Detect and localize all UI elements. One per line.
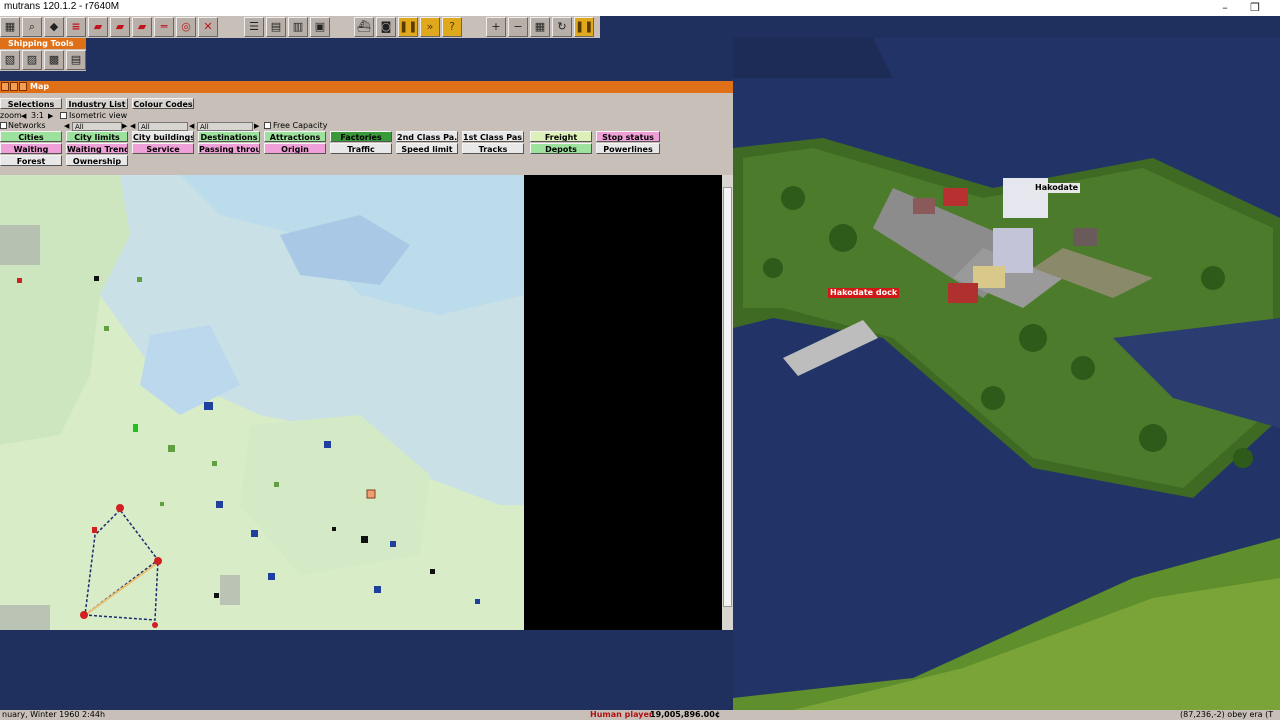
target-icon[interactable]: ◎: [176, 17, 196, 37]
filter-stop-status[interactable]: Stop status: [596, 131, 660, 142]
game-world-view[interactable]: Hakodate Hakodate dock: [733, 38, 1280, 710]
city-label[interactable]: Hakodate: [1033, 183, 1081, 193]
main-toolbar: ▦ ⌕ ◆ ≡ ▰ ▰ ▰ ═ ◎ ✕ ☰ ▤ ▥ ▣ ⛴ ◙ ❚❚ » ? +…: [0, 16, 600, 38]
window-titlebar: mutrans 120.1.2 - r7640M – ❐: [0, 0, 1280, 16]
shipping-tools-title: Shipping Tools: [8, 39, 74, 48]
rail-line-icon[interactable]: ═: [154, 17, 174, 37]
cursor-coordinates: (87,236,-2) obey era (T: [1180, 710, 1274, 719]
player-name: Human player: [590, 710, 653, 719]
minimize-button[interactable]: –: [1210, 0, 1240, 16]
filter-traffic[interactable]: Traffic: [330, 143, 392, 154]
scrollbar-thumb[interactable]: [723, 187, 732, 607]
selections-button[interactable]: Selections: [0, 98, 62, 109]
finance-icon[interactable]: ▣: [310, 17, 330, 37]
combo3-right-arrow-icon[interactable]: ▶: [254, 121, 259, 131]
filter-depots[interactable]: Depots: [530, 143, 592, 154]
zoom-label: zoom: [0, 111, 22, 120]
filter-2nd-class-passengers[interactable]: 2nd Class Pa...: [396, 131, 458, 142]
help-icon[interactable]: [10, 82, 18, 91]
company-combo[interactable]: All: [138, 122, 188, 131]
filter-waiting-trend[interactable]: Waiting Trend: [66, 143, 128, 154]
combo2-left-arrow-icon[interactable]: ◀: [130, 121, 135, 131]
fast-forward-icon[interactable]: »: [420, 17, 440, 37]
window-title: mutrans 120.1.2 - r7640M: [4, 1, 120, 12]
networks-label: Networks: [8, 121, 46, 130]
isometric-label: Isometric view: [69, 111, 128, 120]
combo2-right-arrow-icon[interactable]: ◀: [189, 121, 194, 131]
filter-attractions[interactable]: Attractions: [264, 131, 326, 142]
grid-icon[interactable]: ▦: [530, 17, 550, 37]
combo1-left-arrow-icon[interactable]: ◀: [64, 121, 69, 131]
minimap-terrain: [0, 175, 524, 630]
status-bar: nuary, Winter 1960 2:44h Human player 19…: [0, 710, 1280, 720]
networks-checkbox[interactable]: [0, 122, 7, 129]
filter-1st-class-passengers[interactable]: 1st Class Pas...: [462, 131, 524, 142]
filter-city-limits[interactable]: City limits: [66, 131, 128, 142]
pause-icon[interactable]: ❚❚: [398, 17, 418, 37]
filter-city-buildings[interactable]: City buildings: [132, 131, 194, 142]
remove-icon[interactable]: ✕: [198, 17, 218, 37]
filter-tracks[interactable]: Tracks: [462, 143, 524, 154]
help-icon[interactable]: ?: [442, 17, 462, 37]
free-capacity-checkbox[interactable]: [264, 122, 271, 129]
dock-icon[interactable]: ▧: [0, 50, 20, 70]
player-money: 19,005,896.00¢: [650, 710, 721, 719]
menu-icon[interactable]: ▦: [0, 17, 20, 37]
list-icon[interactable]: ☰: [244, 17, 264, 37]
zoom-value: 3:1: [31, 111, 44, 120]
network-type-combo[interactable]: All: [72, 122, 122, 131]
combo1-right-arrow-icon[interactable]: ▶: [122, 121, 127, 131]
filter-passing-through[interactable]: Passing throu...: [198, 143, 260, 154]
filter-cities[interactable]: Cities: [0, 131, 62, 142]
tram-icon[interactable]: ▰: [110, 17, 130, 37]
filter-factories[interactable]: Factories: [330, 131, 392, 142]
dock-label[interactable]: Hakodate dock: [828, 288, 900, 298]
filter-waiting[interactable]: Waiting: [0, 143, 62, 154]
zoom-in-arrow-icon[interactable]: ▶: [48, 111, 53, 121]
filter-origin[interactable]: Origin: [264, 143, 326, 154]
game-pause-icon[interactable]: ❚❚: [574, 17, 594, 37]
chart-icon[interactable]: ▥: [288, 17, 308, 37]
zoom-out-arrow-icon[interactable]: ◀: [21, 111, 26, 121]
pin-icon[interactable]: [19, 82, 27, 91]
zoom-in-icon[interactable]: +: [486, 17, 506, 37]
filter-ownership[interactable]: Ownership: [66, 155, 128, 166]
game-date: nuary, Winter 1960 2:44h: [2, 710, 106, 719]
map-titlebar[interactable]: Map: [0, 81, 733, 93]
magnify-icon[interactable]: ⌕: [22, 17, 42, 37]
harbour-icon[interactable]: ▩: [44, 50, 64, 70]
canal-icon[interactable]: ▨: [22, 50, 42, 70]
map-title: Map: [30, 82, 50, 91]
rail-icon[interactable]: ≡: [66, 17, 86, 37]
industry-list-button[interactable]: Industry List: [66, 98, 128, 109]
filter-destinations[interactable]: Destinations: [198, 131, 260, 142]
world-terrain: [733, 38, 1280, 710]
zoom-out-icon[interactable]: −: [508, 17, 528, 37]
minimap-canvas[interactable]: [0, 175, 524, 630]
map-window: Map Selections Industry List Colour Code…: [0, 81, 733, 630]
camera-icon[interactable]: ◙: [376, 17, 396, 37]
filter-speed-limit[interactable]: Speed limit: [396, 143, 458, 154]
vehicle-combo[interactable]: All: [197, 122, 253, 131]
filter-forest[interactable]: Forest: [0, 155, 62, 166]
map-scrollbar[interactable]: [722, 175, 733, 630]
document-icon[interactable]: ▤: [266, 17, 286, 37]
buoy-icon[interactable]: ▤: [66, 50, 86, 70]
free-capacity-label: Free Capacity: [273, 121, 328, 130]
filter-service[interactable]: Service: [132, 143, 194, 154]
rotate-icon[interactable]: ↻: [552, 17, 572, 37]
filter-freight[interactable]: Freight: [530, 131, 592, 142]
ship-icon[interactable]: ⛴: [354, 17, 374, 37]
map-detail-pane: [524, 175, 722, 630]
filter-powerlines[interactable]: Powerlines: [596, 143, 660, 154]
terrain-icon[interactable]: ◆: [44, 17, 64, 37]
road-vehicle-icon[interactable]: ▰: [88, 17, 108, 37]
isometric-checkbox[interactable]: [60, 112, 67, 119]
shipping-tools-titlebar[interactable]: Shipping Tools: [0, 38, 86, 49]
close-icon[interactable]: [1, 82, 9, 91]
bus-icon[interactable]: ▰: [132, 17, 152, 37]
restore-button[interactable]: ❐: [1240, 0, 1270, 16]
colour-codes-button[interactable]: Colour Codes: [132, 98, 194, 109]
shipping-tools-panel: ▧ ▨ ▩ ▤: [0, 49, 86, 71]
